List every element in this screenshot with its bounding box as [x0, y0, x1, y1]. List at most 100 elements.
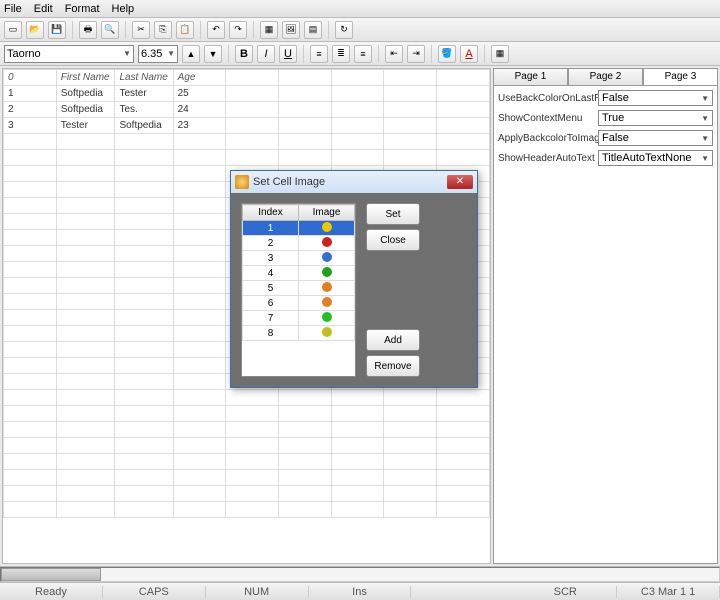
row-index: 5 [243, 281, 299, 296]
dialog-icon [235, 175, 249, 189]
separator [72, 21, 73, 39]
image-icon [322, 297, 332, 307]
image-list-row[interactable]: 2 [243, 236, 355, 251]
separator [228, 45, 229, 63]
italic-icon[interactable]: I [257, 45, 275, 63]
image-list-row[interactable]: 6 [243, 296, 355, 311]
image-icon [322, 327, 332, 337]
menu-help[interactable]: Help [112, 3, 135, 15]
paste-icon[interactable]: 📋 [176, 21, 194, 39]
remove-button[interactable]: Remove [366, 355, 420, 377]
font-name-combo[interactable]: Taorno ▼ [4, 45, 134, 63]
image-icon [322, 252, 332, 262]
column-image[interactable]: Image [299, 205, 355, 221]
add-button[interactable]: Add [366, 329, 420, 351]
borders-icon[interactable]: ▦ [491, 45, 509, 63]
print-icon[interactable]: 🖶 [79, 21, 97, 39]
close-button[interactable]: Close [366, 229, 420, 251]
refresh-icon[interactable]: ↻ [335, 21, 353, 39]
property-value: False [602, 92, 629, 104]
image-icon[interactable]: 🖼 [282, 21, 300, 39]
align-right-icon[interactable]: ≡ [354, 45, 372, 63]
menu-file[interactable]: File [4, 3, 22, 15]
separator [328, 21, 329, 39]
status-caps: CAPS [103, 586, 206, 598]
property-row: ShowContextMenuTrue▼ [498, 110, 713, 126]
status-ins: Ins [309, 586, 412, 598]
menu-format[interactable]: Format [65, 3, 100, 15]
menu-edit[interactable]: Edit [34, 3, 53, 15]
toolbar-format: Taorno ▼ 6.35 ▼ ▲ ▼ B I U ≡ ≣ ≡ ⇤ ⇥ 🪣 A … [0, 42, 720, 66]
row-image [299, 221, 355, 236]
font-size-combo[interactable]: 6.35 ▼ [138, 45, 178, 63]
open-icon[interactable]: 📂 [26, 21, 44, 39]
image-list-row[interactable]: 3 [243, 251, 355, 266]
new-icon[interactable]: ▭ [4, 21, 22, 39]
save-icon[interactable]: 💾 [48, 21, 66, 39]
image-list-row[interactable]: 1 [243, 221, 355, 236]
property-select[interactable]: False ▼ [598, 90, 713, 106]
tab-page-3[interactable]: Page 3 [643, 68, 718, 85]
row-index: 8 [243, 326, 299, 341]
property-tabs: Page 1 Page 2 Page 3 [493, 68, 718, 86]
size-up-icon[interactable]: ▲ [182, 45, 200, 63]
row-index: 6 [243, 296, 299, 311]
chevron-down-icon: ▼ [701, 114, 709, 123]
chart-icon[interactable]: ▤ [304, 21, 322, 39]
image-icon [322, 282, 332, 292]
separator [484, 45, 485, 63]
chevron-down-icon: ▼ [167, 49, 175, 58]
image-list-row[interactable]: 4 [243, 266, 355, 281]
image-list-row[interactable]: 8 [243, 326, 355, 341]
indent-left-icon[interactable]: ⇤ [385, 45, 403, 63]
scrollbar-thumb[interactable] [1, 568, 101, 581]
properties-panel: Page 1 Page 2 Page 3 UseBackColorOnLastR… [493, 68, 718, 564]
property-row: ShowHeaderAutoTextTitleAutoTextNone▼ [498, 150, 713, 166]
scrollbar-horizontal[interactable] [0, 566, 720, 582]
image-list-table[interactable]: Index Image 12345678 [242, 204, 355, 341]
redo-icon[interactable]: ↷ [229, 21, 247, 39]
copy-icon[interactable]: ⎘ [154, 21, 172, 39]
cut-icon[interactable]: ✂ [132, 21, 150, 39]
table-icon[interactable]: ▦ [260, 21, 278, 39]
dialog-title: Set Cell Image [253, 176, 325, 188]
status-scr: SCR [514, 586, 617, 598]
image-list-row[interactable]: 5 [243, 281, 355, 296]
underline-icon[interactable]: U [279, 45, 297, 63]
bold-icon[interactable]: B [235, 45, 253, 63]
set-button[interactable]: Set [366, 203, 420, 225]
row-index: 7 [243, 311, 299, 326]
property-select[interactable]: True▼ [598, 110, 713, 126]
separator [303, 45, 304, 63]
separator [125, 21, 126, 39]
row-image [299, 266, 355, 281]
image-list-row[interactable]: 7 [243, 311, 355, 326]
indent-right-icon[interactable]: ⇥ [407, 45, 425, 63]
status-ready: Ready [0, 586, 103, 598]
status-num: NUM [206, 586, 309, 598]
row-image [299, 251, 355, 266]
preview-icon[interactable]: 🔍 [101, 21, 119, 39]
align-center-icon[interactable]: ≣ [332, 45, 350, 63]
undo-icon[interactable]: ↶ [207, 21, 225, 39]
image-icon [322, 237, 332, 247]
row-index: 2 [243, 236, 299, 251]
row-index: 4 [243, 266, 299, 281]
row-image [299, 311, 355, 326]
fill-color-icon[interactable]: 🪣 [438, 45, 456, 63]
chevron-down-icon: ▼ [123, 49, 131, 58]
font-color-icon[interactable]: A [460, 45, 478, 63]
property-row: ApplyBackcolorToImageFalse▼ [498, 130, 713, 146]
chevron-down-icon: ▼ [701, 94, 709, 103]
size-down-icon[interactable]: ▼ [204, 45, 222, 63]
tab-page-2[interactable]: Page 2 [568, 68, 643, 85]
property-select[interactable]: TitleAutoTextNone▼ [598, 150, 713, 166]
property-select[interactable]: False▼ [598, 130, 713, 146]
column-index[interactable]: Index [243, 205, 299, 221]
tab-page-1[interactable]: Page 1 [493, 68, 568, 85]
align-left-icon[interactable]: ≡ [310, 45, 328, 63]
font-name-value: Taorno [7, 48, 41, 60]
menubar: File Edit Format Help [0, 0, 720, 18]
row-index: 1 [243, 221, 299, 236]
close-icon[interactable]: ✕ [447, 175, 473, 189]
